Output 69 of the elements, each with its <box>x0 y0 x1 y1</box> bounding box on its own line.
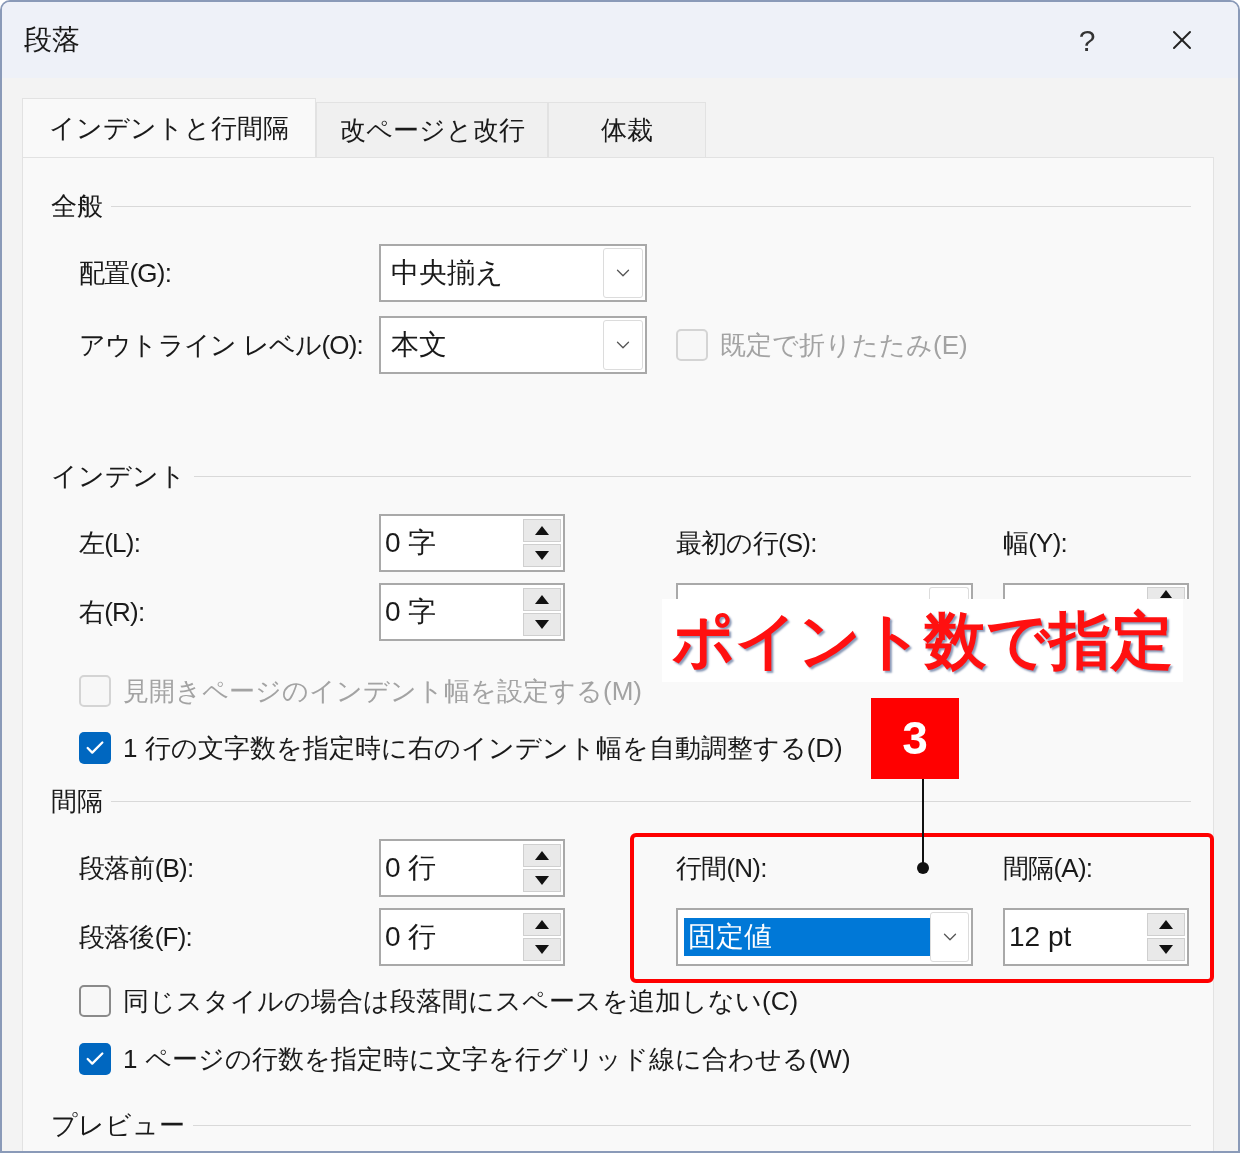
triangle-down-icon <box>535 945 549 954</box>
tab[interactable]: インデントと行間隔 <box>22 98 316 157</box>
dropdown-field[interactable]: 固定値 <box>676 908 973 966</box>
field-label: 間隔(A): <box>1003 852 1093 883</box>
spin-field[interactable]: 12 pt <box>1003 908 1189 966</box>
checkbox-label: 見開きページのインデント幅を設定する(M) <box>123 674 642 708</box>
section-heading: 間隔 <box>51 784 103 818</box>
spin-up-button[interactable] <box>1147 913 1185 936</box>
triangle-up-icon <box>1159 920 1173 929</box>
field-label: 右(R): <box>79 596 145 627</box>
triangle-up-icon <box>535 595 549 604</box>
dropdown-field[interactable]: 本文 <box>379 316 647 374</box>
step-badge: 3 <box>871 698 959 779</box>
triangle-up-icon <box>535 920 549 929</box>
spin-field[interactable] <box>1003 583 1189 599</box>
spin-down-button[interactable] <box>523 613 561 636</box>
triangle-down-icon <box>535 551 549 560</box>
field-label: 最初の行(S): <box>676 527 817 558</box>
triangle-down-icon <box>1159 945 1173 954</box>
field-label: 行間(N): <box>676 852 767 883</box>
checkbox-label: 1 ページの行数を指定時に文字を行グリッド線に合わせる(W) <box>123 1042 851 1076</box>
field-label: 幅(Y): <box>1003 527 1067 558</box>
section-heading: プレビュー <box>51 1108 185 1142</box>
spin-up-button[interactable] <box>523 519 561 542</box>
spin-up-button[interactable] <box>1147 587 1185 599</box>
spin-value: 12 pt <box>1009 921 1072 952</box>
spin-field[interactable]: 0 行 <box>379 839 565 897</box>
dropdown-value: 固定値 <box>684 918 930 956</box>
dropdown-value: 中央揃え <box>390 256 505 290</box>
triangle-up-icon <box>535 526 549 535</box>
tab[interactable]: 改ページと改行 <box>316 102 548 157</box>
checkbox[interactable] <box>79 1043 111 1075</box>
triangle-down-icon <box>535 876 549 885</box>
dropdown-field[interactable]: 中央揃え <box>379 244 647 302</box>
spin-up-button[interactable] <box>523 844 561 867</box>
dropdown-field[interactable] <box>676 583 973 599</box>
field-label: 左(L): <box>79 527 141 558</box>
field-label: 配置(G): <box>79 257 172 288</box>
spin-value: 0 字 <box>385 527 437 558</box>
triangle-up-icon <box>535 851 549 860</box>
field-label: アウトライン レベル(O): <box>79 329 364 360</box>
checkbox[interactable] <box>79 985 111 1017</box>
field-label: 段落前(B): <box>79 852 194 883</box>
callout-label: ポイント数で指定 <box>662 599 1183 682</box>
triangle-down-icon <box>535 620 549 629</box>
checkbox-label: 1 行の文字数を指定時に右のインデント幅を自動調整する(D) <box>123 731 843 765</box>
checkbox-label: 同じスタイルの場合は段落間にスペースを追加しない(C) <box>123 984 799 1018</box>
spin-down-button[interactable] <box>523 544 561 567</box>
spin-value: 0 行 <box>385 921 437 952</box>
window-title: 段落 <box>24 23 81 57</box>
spin-value: 0 字 <box>385 596 437 627</box>
spin-up-button[interactable] <box>523 588 561 611</box>
section-heading: 全般 <box>51 189 103 223</box>
spin-field[interactable]: 0 字 <box>379 583 565 641</box>
checkbox[interactable] <box>79 732 111 764</box>
spin-field[interactable]: 0 行 <box>379 908 565 966</box>
dropdown-value: 本文 <box>390 328 448 362</box>
spin-field[interactable]: 0 字 <box>379 514 565 572</box>
triangle-up-icon <box>1160 589 1172 598</box>
section-heading: インデント <box>51 459 186 493</box>
checkbox-label: 既定で折りたたみ(E) <box>720 328 968 362</box>
field-label: 段落後(F): <box>79 921 192 952</box>
spin-down-button[interactable] <box>523 869 561 892</box>
help-button[interactable]: ? <box>1062 17 1112 63</box>
spin-value: 0 行 <box>385 852 437 883</box>
spin-up-button[interactable] <box>523 913 561 936</box>
spin-down-button[interactable] <box>523 938 561 961</box>
spin-down-button[interactable] <box>1147 938 1185 961</box>
tab[interactable]: 体裁 <box>548 102 706 157</box>
